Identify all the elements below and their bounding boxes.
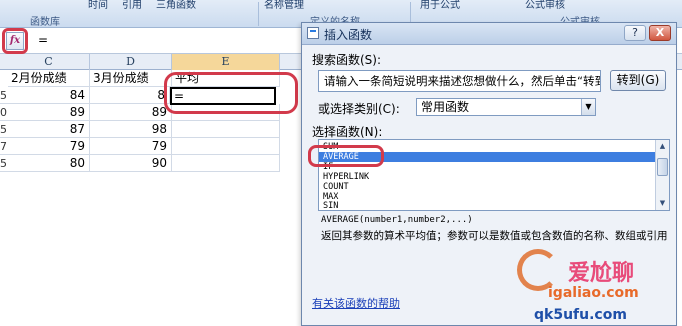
help-button[interactable]: ? bbox=[624, 25, 646, 41]
search-function-input[interactable]: 请输入一条简短说明来描述您想做什么，然后单击“转到” bbox=[318, 70, 601, 92]
formula-input[interactable]: = bbox=[38, 33, 48, 47]
row-stub: 5 bbox=[0, 157, 8, 172]
column-header-d[interactable]: D bbox=[90, 54, 172, 70]
cell-d4[interactable]: 98 bbox=[90, 121, 172, 138]
row-stub: 0 bbox=[0, 106, 8, 121]
function-help-link[interactable]: 有关该函数的帮助 bbox=[312, 295, 400, 311]
insert-function-dialog: 插入函数 ? X 搜索函数(S): 请输入一条简短说明来描述您想做什么，然后单击… bbox=[301, 22, 677, 326]
function-item-sin[interactable]: SIN bbox=[323, 201, 338, 210]
cell-e6[interactable] bbox=[172, 155, 280, 172]
function-list-scrollbar[interactable]: ▲ ▼ bbox=[655, 140, 669, 210]
dialog-title: 插入函数 bbox=[324, 28, 373, 42]
cell-c3[interactable]: 89 bbox=[8, 104, 90, 121]
cell-d3[interactable]: 89 bbox=[90, 104, 172, 121]
cell-c2[interactable]: 84 bbox=[8, 87, 90, 104]
row-stub: 5 bbox=[0, 89, 8, 104]
ribbon-item-time[interactable]: 时间 bbox=[88, 0, 108, 11]
category-value: 常用函数 bbox=[421, 100, 470, 114]
highlight-ring-fx bbox=[2, 28, 28, 54]
row-stub: 5 bbox=[0, 123, 8, 138]
cell-d6[interactable]: 90 bbox=[90, 155, 172, 172]
ribbon-item-use-in-formula[interactable]: 用于公式 bbox=[420, 0, 460, 11]
row-stub: 7 bbox=[0, 140, 8, 155]
highlight-ring-average-cell bbox=[164, 72, 298, 114]
cell-d1[interactable]: 3月份成绩 bbox=[90, 70, 172, 87]
cell-d2[interactable]: 8 bbox=[90, 87, 170, 104]
column-header-e[interactable]: E bbox=[172, 54, 280, 70]
close-button[interactable]: X bbox=[649, 25, 671, 41]
dialog-app-icon bbox=[307, 27, 319, 39]
function-item-hyperlink[interactable]: HYPERLINK bbox=[323, 172, 369, 182]
column-header-c[interactable]: C bbox=[8, 54, 90, 70]
watermark-url: igaliao.com bbox=[548, 285, 639, 301]
ribbon-item-reference[interactable]: 引用 bbox=[122, 0, 142, 11]
cell-c1[interactable]: 2月份成绩 bbox=[8, 70, 90, 87]
cell-c4[interactable]: 87 bbox=[8, 121, 90, 138]
scroll-down-icon[interactable]: ▼ bbox=[657, 198, 668, 209]
cell-c6[interactable]: 80 bbox=[8, 155, 90, 172]
ribbon-separator bbox=[258, 2, 259, 26]
scroll-thumb[interactable] bbox=[657, 158, 668, 176]
cell-c5[interactable]: 79 bbox=[8, 138, 90, 155]
function-item-count[interactable]: COUNT bbox=[323, 182, 349, 192]
select-function-label: 选择函数(N): bbox=[312, 125, 383, 139]
cell-e5[interactable] bbox=[172, 138, 280, 155]
function-signature: AVERAGE(number1,number2,...) bbox=[321, 215, 473, 225]
go-button[interactable]: 转到(G) bbox=[610, 70, 666, 91]
watermark-brand: 爱尬聊 bbox=[568, 261, 635, 286]
ribbon-group-function-library: 函数库 bbox=[30, 17, 60, 28]
ribbon-item-formula-audit[interactable]: 公式审核 bbox=[525, 0, 565, 11]
cell-e4[interactable] bbox=[172, 121, 280, 138]
scroll-up-icon[interactable]: ▲ bbox=[657, 141, 668, 152]
search-function-label: 搜索函数(S): bbox=[312, 53, 382, 67]
chevron-down-icon[interactable]: ▼ bbox=[581, 99, 595, 115]
highlight-ring-average bbox=[308, 145, 384, 167]
category-select[interactable]: 常用函数 ▼ bbox=[416, 98, 596, 116]
ribbon-item-name-manager[interactable]: 名称管理 bbox=[264, 0, 304, 11]
function-description: 返回其参数的算术平均值；参数可以是数值或包含数值的名称、数组或引用 bbox=[321, 230, 668, 242]
ribbon-item-math[interactable]: 三角函数 bbox=[156, 0, 196, 11]
category-label: 或选择类别(C): bbox=[318, 102, 400, 116]
dialog-titlebar[interactable]: 插入函数 ? X bbox=[302, 23, 676, 45]
watermark-url-bottom: qk5ufu.com bbox=[534, 307, 627, 323]
cell-d5[interactable]: 79 bbox=[90, 138, 172, 155]
